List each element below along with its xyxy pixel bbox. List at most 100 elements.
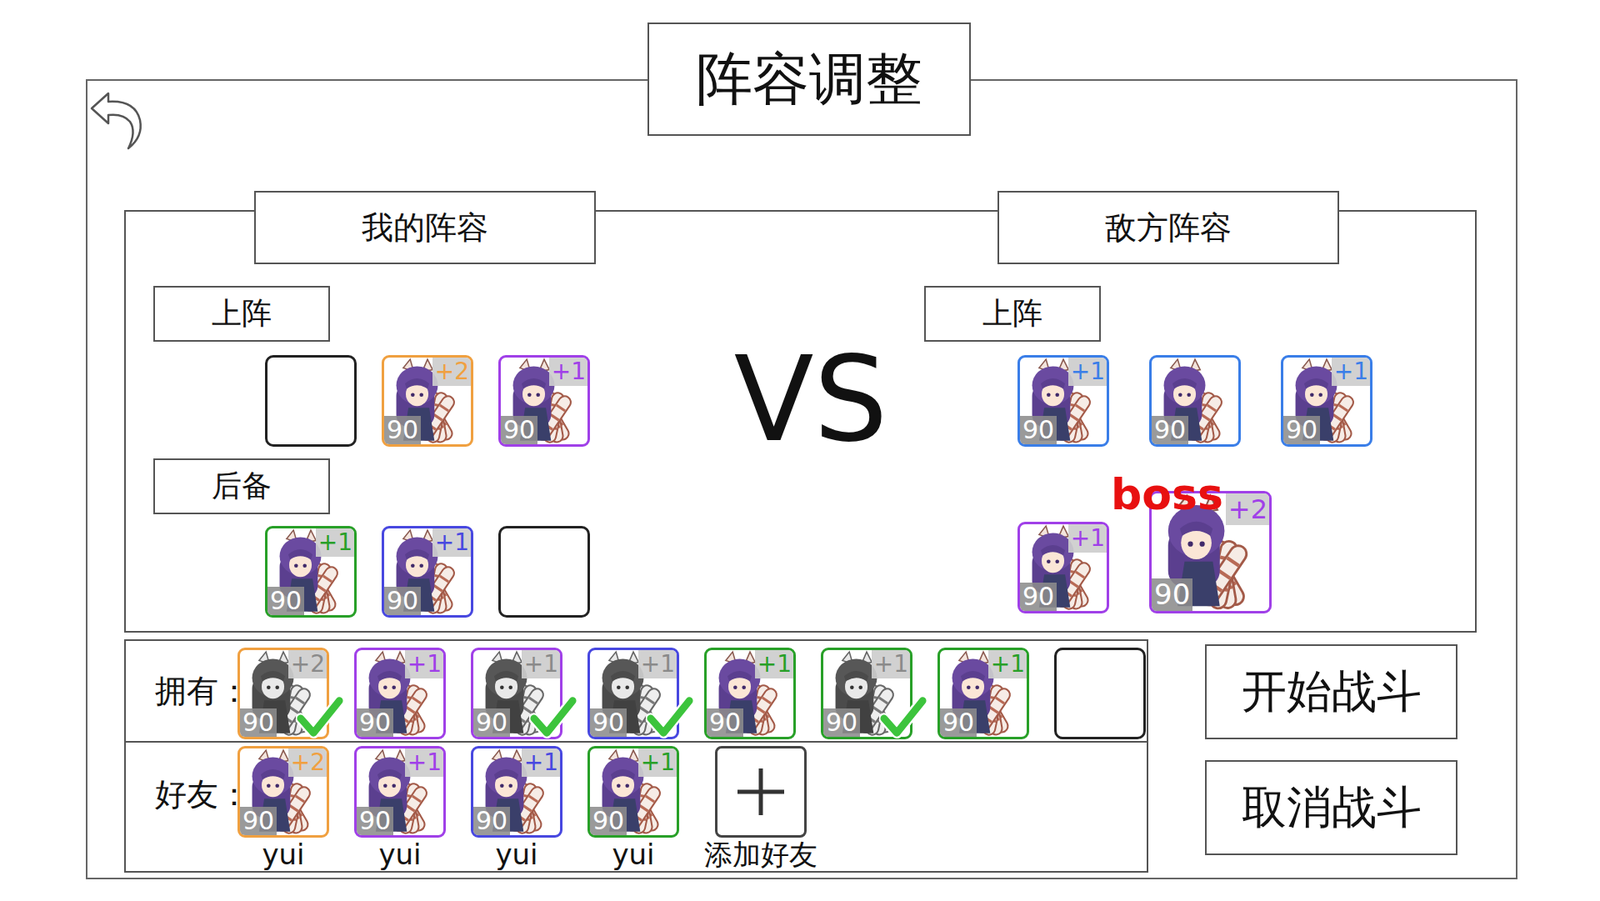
reserve-row: +190+190 (153, 525, 590, 618)
plus-badge: +1 (315, 528, 355, 557)
check-icon (529, 692, 578, 741)
owned-card[interactable]: +1 90 (354, 647, 446, 740)
card-frame[interactable]: +190 (381, 525, 474, 618)
card-frame[interactable]: +190 (1017, 355, 1110, 447)
active-label: 上阵 (153, 285, 330, 342)
level-badge: 90 (1020, 415, 1057, 445)
enemy-side: 上阵+19090+190+190boss+290 (924, 285, 1391, 614)
owned-card[interactable]: +1 90 (587, 647, 680, 740)
card-frame[interactable]: +2 90 (381, 355, 474, 447)
friend-card[interactable]: +1 90 (587, 745, 680, 838)
friends-label: 好友： (125, 742, 238, 871)
hero-card[interactable]: +1 90 (498, 355, 590, 447)
card-frame[interactable]: +290 (237, 745, 330, 838)
plus-badge: +1 (638, 650, 677, 679)
plus-badge: +1 (1068, 524, 1107, 553)
plus-badge: +2 (288, 650, 327, 679)
plus-badge: +1 (521, 650, 560, 679)
plus-icon (734, 765, 788, 819)
level-badge: 90 (500, 415, 538, 445)
empty-slot[interactable] (498, 525, 590, 618)
vs-label: VS (727, 335, 895, 465)
hero-card[interactable]: +1 90 (265, 525, 357, 618)
enemy-card[interactable]: +190 (1280, 355, 1373, 447)
level-badge: 90 (590, 806, 627, 836)
main-frame: 我的阵容敌方阵容上阵+290+190后备+190+190VS上阵+19090+1… (85, 79, 1518, 880)
add-friend-item[interactable]: 添加好友 (704, 745, 818, 870)
plus-badge: +1 (521, 748, 560, 777)
owned-label: 拥有： (125, 640, 238, 741)
card-frame[interactable]: +190 (937, 647, 1030, 740)
level-badge: 90 (706, 708, 744, 738)
roster-panel: 拥有：+290+190+190+190+190+190+190好友：+290yu… (124, 639, 1149, 873)
battle-button[interactable]: 开始战斗 (1205, 644, 1458, 740)
owned-card[interactable]: +190 (937, 647, 1030, 740)
plus-badge: +2 (432, 357, 471, 386)
card-frame[interactable]: +190 (354, 745, 446, 838)
back-arrow-icon[interactable] (88, 90, 150, 152)
plus-badge: +1 (405, 650, 444, 679)
hero-card[interactable]: +2 90 (381, 355, 474, 447)
add-friend-label: 添加好友 (704, 839, 818, 870)
lineup-panel: 我的阵容敌方阵容上阵+290+190后备+190+190VS上阵+19090+1… (124, 210, 1477, 633)
plus-badge: +1 (755, 650, 794, 679)
friend-item[interactable]: +190yui (587, 745, 680, 870)
enemy-card[interactable]: 90 (1149, 355, 1241, 447)
level-badge: 90 (267, 586, 305, 616)
my-side: 上阵+290+190后备+190+190 (153, 285, 604, 618)
boss-tag: boss (1110, 472, 1224, 516)
friend-item[interactable]: +1 90yui (470, 745, 563, 870)
card-frame[interactable]: 90 (1149, 355, 1241, 447)
empty-slot[interactable] (265, 355, 357, 447)
plus-badge: +1 (549, 357, 588, 386)
card-frame[interactable]: +1 90 (587, 745, 680, 838)
card-frame[interactable]: +1 90 (354, 647, 446, 740)
owned-card[interactable]: +1 90 (820, 647, 913, 740)
level-badge: 90 (1283, 415, 1320, 445)
level-badge: 90 (384, 586, 421, 616)
owned-card[interactable]: +1 90 (704, 647, 796, 740)
card-frame[interactable]: +1 90 (470, 745, 563, 838)
friend-card[interactable]: +1 90 (470, 745, 563, 838)
plus-badge: +2 (1225, 493, 1270, 525)
battle-button[interactable]: 取消战斗 (1205, 760, 1458, 855)
add-friend-button[interactable] (715, 745, 807, 838)
card-frame[interactable]: +1 90 (265, 525, 357, 618)
level-badge: 90 (823, 708, 860, 738)
friend-card[interactable]: +190 (354, 745, 446, 838)
enemy-active-label: 上阵 (924, 285, 1101, 342)
level-badge: 90 (1020, 582, 1057, 612)
friend-card[interactable]: +290 (237, 745, 330, 838)
friend-item[interactable]: +290yui (237, 745, 330, 870)
plus-badge: +2 (288, 748, 327, 777)
empty-slot[interactable] (1054, 647, 1146, 740)
friend-name: yui (495, 839, 538, 870)
hero-card[interactable]: +190 (381, 525, 474, 618)
card-frame[interactable]: +1 90 (704, 647, 796, 740)
level-badge: 90 (384, 415, 421, 445)
plus-badge: +1 (871, 650, 910, 679)
card-frame[interactable]: +1 90 (1017, 521, 1110, 614)
enemy-reserve-row: +190boss+290 (924, 490, 1272, 614)
check-icon (879, 692, 928, 741)
plus-badge: +1 (405, 748, 444, 777)
friend-name: yui (261, 839, 305, 870)
owned-card[interactable]: +290 (237, 647, 330, 740)
level-badge: 90 (940, 708, 977, 738)
friend-item[interactable]: +190yui (354, 745, 446, 870)
enemy-active-row: +19090+190 (924, 355, 1373, 447)
level-badge: 90 (473, 806, 510, 836)
enemy-card[interactable]: +190 (1017, 355, 1110, 447)
enemy-card[interactable]: +1 90 (1017, 521, 1110, 614)
check-icon (295, 692, 345, 741)
level-badge: 90 (356, 708, 394, 738)
active-row: +2 90 +1 90 (153, 355, 590, 447)
boss-card[interactable]: boss+290 (1149, 490, 1272, 614)
card-frame[interactable]: +1 90 (498, 355, 590, 447)
card-frame[interactable]: +190 (1280, 355, 1373, 447)
level-badge: 90 (590, 708, 627, 738)
plus-badge: +1 (638, 748, 677, 777)
level-badge: 90 (1151, 578, 1193, 611)
owned-card[interactable]: +190 (470, 647, 563, 740)
check-icon (645, 692, 695, 741)
